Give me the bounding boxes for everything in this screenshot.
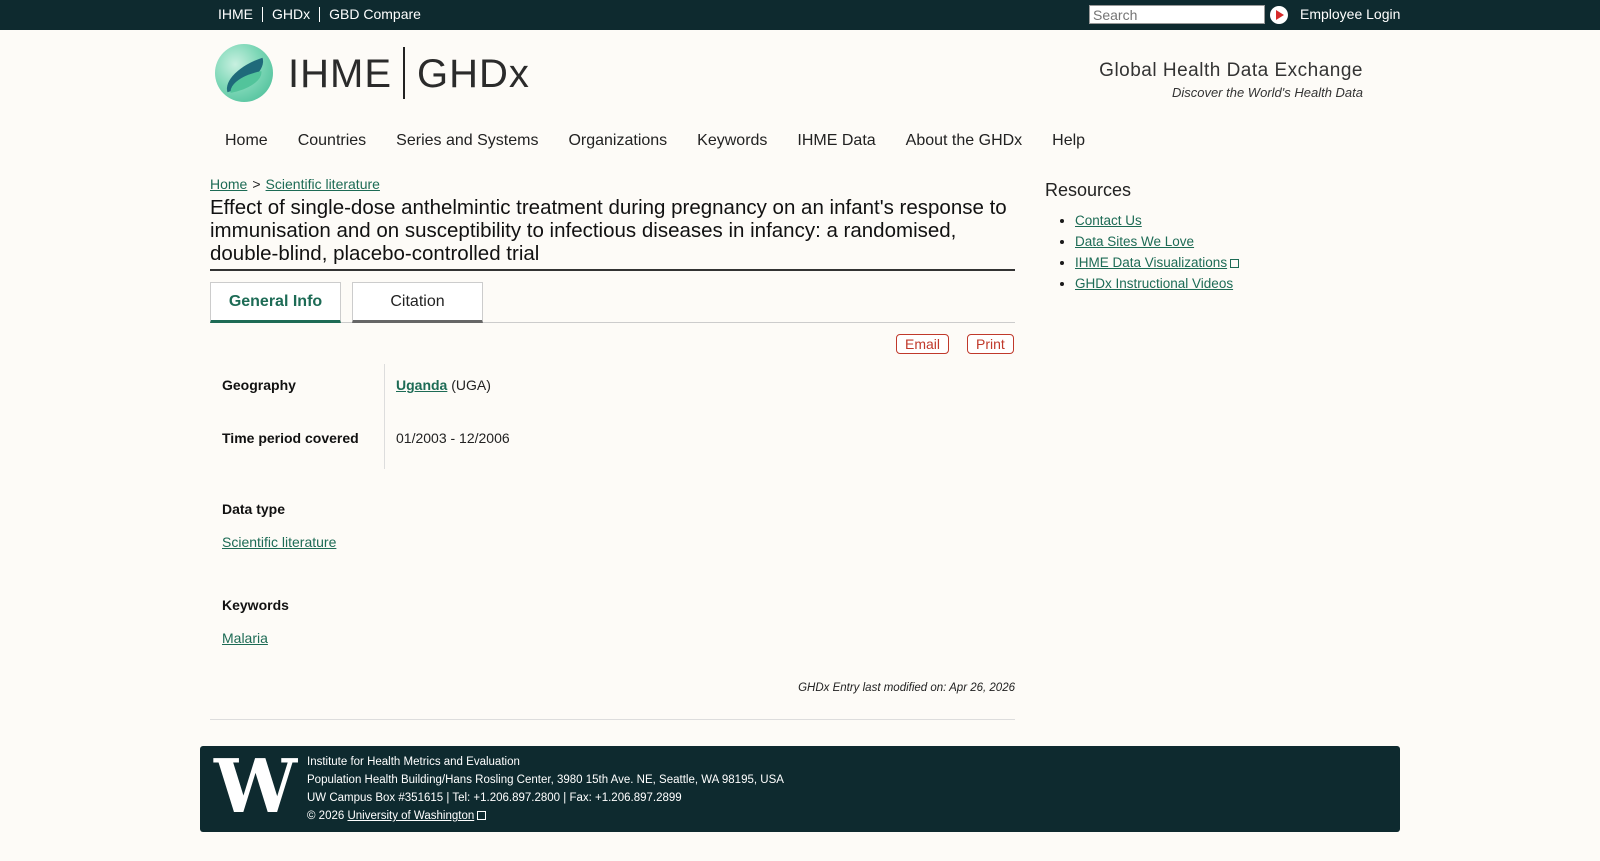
tab-bar: General Info Citation: [210, 282, 1015, 323]
field-divider: [384, 364, 385, 469]
play-arrow-icon: [1276, 10, 1284, 20]
nav-about-ghdx[interactable]: About the GHDx: [906, 132, 1023, 150]
list-item: GHDx Instructional Videos: [1075, 276, 1239, 292]
time-period-value: 01/2003 - 12/2006: [396, 430, 510, 446]
nav-help[interactable]: Help: [1052, 132, 1085, 150]
nav-countries[interactable]: Countries: [298, 132, 366, 150]
top-link-ihme[interactable]: IHME: [218, 6, 253, 22]
site-tagline: Global Health Data Exchange: [1099, 60, 1363, 81]
nav-ihme-data[interactable]: IHME Data: [797, 132, 875, 150]
keywords-value: Malaria: [222, 630, 268, 646]
print-button[interactable]: Print: [967, 334, 1014, 354]
data-type-link[interactable]: Scientific literature: [222, 534, 336, 550]
list-item: IHME Data Visualizations: [1075, 255, 1240, 271]
brand-divider: [403, 47, 405, 99]
footer-contact-line: UW Campus Box #351615 | Tel: +1.206.897.…: [307, 792, 682, 804]
nav-organizations[interactable]: Organizations: [568, 132, 667, 150]
footer-address-line: Population Health Building/Hans Rosling …: [307, 774, 784, 786]
tab-citation[interactable]: Citation: [352, 282, 483, 323]
copyright-text: © 2026: [307, 810, 345, 822]
uw-logo[interactable]: W: [214, 750, 297, 824]
brand-ghdx[interactable]: GHDx: [417, 52, 530, 97]
site-footer: W Institute for Health Metrics and Evalu…: [200, 746, 1400, 832]
search-submit-button[interactable]: [1270, 6, 1288, 24]
external-link-icon: [477, 811, 487, 820]
resource-ihme-visualizations-link[interactable]: IHME Data Visualizations: [1075, 255, 1227, 270]
nav-series-and-systems[interactable]: Series and Systems: [396, 132, 538, 150]
footer-address: Institute for Health Metrics and Evaluat…: [307, 753, 784, 825]
keyword-link-malaria[interactable]: Malaria: [222, 630, 268, 646]
breadcrumb-separator: >: [252, 176, 261, 192]
breadcrumb: Home > Scientific literature: [210, 176, 380, 192]
breadcrumb-section-link[interactable]: Scientific literature: [266, 176, 380, 192]
footer-org-name: Institute for Health Metrics and Evaluat…: [307, 756, 520, 768]
geography-label: Geography: [222, 377, 296, 393]
resource-data-sites-link[interactable]: Data Sites We Love: [1075, 234, 1194, 249]
top-link-ghdx[interactable]: GHDx: [272, 6, 310, 22]
list-item: Contact Us: [1075, 213, 1239, 229]
footer-copyright: © 2026 University of Washington: [307, 807, 784, 825]
top-utility-bar: IHME GHDx GBD Compare Employee Login: [0, 0, 1600, 30]
data-type-label: Data type: [222, 501, 286, 517]
data-type-value: Scientific literature: [222, 534, 336, 550]
resources-heading: Resources: [1045, 180, 1132, 200]
brand-ihme[interactable]: IHME: [288, 52, 392, 97]
geography-code: (UGA): [451, 377, 491, 393]
email-button[interactable]: Email: [896, 334, 950, 354]
nav-keywords[interactable]: Keywords: [697, 132, 767, 150]
employee-login-link[interactable]: Employee Login: [1300, 6, 1400, 22]
geography-value: Uganda (UGA): [396, 377, 491, 393]
page-title: Effect of single-dose anthelmintic treat…: [210, 196, 1015, 271]
tab-general-info[interactable]: General Info: [210, 282, 341, 323]
time-period-label: Time period covered: [222, 430, 359, 446]
geography-country-link[interactable]: Uganda: [396, 377, 447, 393]
top-links: IHME GHDx GBD Compare: [218, 6, 421, 22]
resource-contact-us-link[interactable]: Contact Us: [1075, 213, 1142, 228]
top-link-gbd-compare[interactable]: GBD Compare: [329, 6, 421, 22]
separator: [319, 6, 321, 22]
site-subtagline: Discover the World's Health Data: [1171, 85, 1363, 100]
main-nav: Home Countries Series and Systems Organi…: [225, 132, 1115, 150]
separator: [262, 6, 263, 22]
resource-instructional-videos-link[interactable]: GHDx Instructional Videos: [1075, 276, 1233, 291]
last-modified-note: GHDx Entry last modified on: Apr 26, 202…: [798, 682, 1015, 694]
nav-home[interactable]: Home: [225, 132, 268, 150]
ihme-logo-icon[interactable]: [215, 44, 273, 102]
external-link-icon: [1230, 259, 1240, 268]
content-divider: [210, 719, 1015, 720]
list-item: Data Sites We Love: [1075, 234, 1239, 250]
keywords-label: Keywords: [222, 597, 289, 613]
uw-link[interactable]: University of Washington: [347, 810, 474, 822]
resources-list: Contact Us Data Sites We Love IHME Data …: [1045, 213, 1240, 297]
search-input[interactable]: [1089, 5, 1265, 24]
breadcrumb-home-link[interactable]: Home: [210, 176, 247, 192]
